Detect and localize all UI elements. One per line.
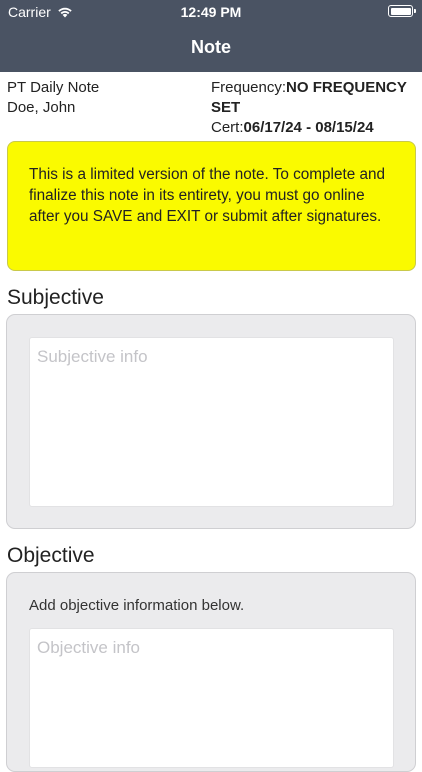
cert-value: 06/17/24 - 08/15/24 xyxy=(243,119,374,136)
subjective-input[interactable] xyxy=(29,337,394,507)
subjective-heading: Subjective xyxy=(7,286,104,309)
note-info-left: PT Daily Note Doe, John xyxy=(7,78,202,118)
status-bar: Carrier 12:49 PM xyxy=(0,0,422,24)
patient-name: Doe, John xyxy=(7,99,76,116)
nav-title: Note xyxy=(191,37,231,57)
objective-input[interactable] xyxy=(29,628,394,768)
frequency-line: Frequency:NO FREQUENCY SET xyxy=(211,78,419,118)
objective-instruction: Add objective information below. xyxy=(29,597,245,614)
objective-heading: Objective xyxy=(7,544,95,567)
cert-label: Cert: xyxy=(211,119,244,136)
battery-icon xyxy=(388,5,416,17)
subjective-panel xyxy=(6,314,416,529)
note-info-right: Frequency:NO FREQUENCY SET Cert:06/17/24… xyxy=(211,78,419,138)
note-type: PT Daily Note xyxy=(7,79,100,96)
limited-version-notice: This is a limited version of the note. T… xyxy=(7,141,416,271)
app-header: Carrier 12:49 PM Note xyxy=(0,0,422,72)
clock: 12:49 PM xyxy=(180,4,242,20)
objective-panel: Add objective information below. xyxy=(6,572,416,772)
cert-line: Cert:06/17/24 - 08/15/24 xyxy=(211,118,419,138)
notice-text: This is a limited version of the note. T… xyxy=(29,166,385,225)
frequency-label: Frequency: xyxy=(211,79,287,96)
